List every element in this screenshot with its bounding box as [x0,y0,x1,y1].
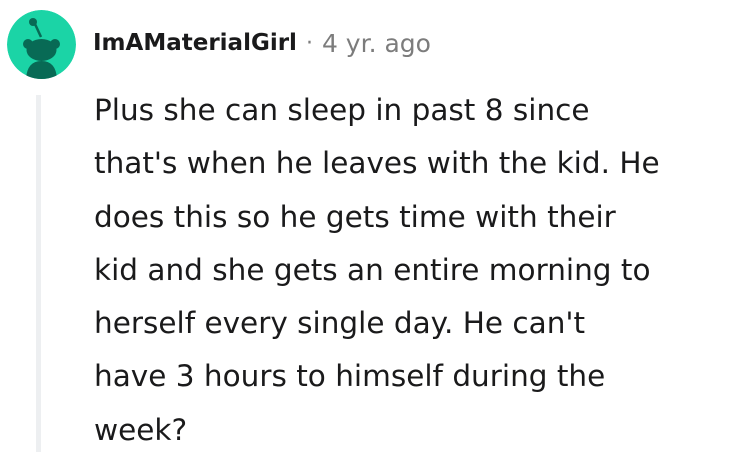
meta-separator: · [305,30,313,56]
comment-body-line: does this so he gets time with their [94,199,616,234]
comment-body: Plus she can sleep in past 8 since that'… [94,84,734,452]
comment-body-line: that's when he leaves with the kid. He [94,146,660,181]
comment-header: ImAMaterialGirl · 4 yr. ago [93,25,431,61]
comment: ImAMaterialGirl · 4 yr. ago Plus she can… [0,0,741,452]
comment-body-line: week? [94,412,188,447]
reddit-snoo-avatar-icon [7,10,76,79]
thread-collapse-line[interactable] [36,95,41,452]
comment-body-line: herself every single day. He can't [94,306,586,341]
comment-body-line: have 3 hours to himself during the [94,359,606,394]
user-avatar[interactable] [7,10,76,79]
comment-body-line: Plus she can sleep in past 8 since [94,93,590,127]
comment-body-line: kid and she gets an entire morning to [94,252,651,287]
comment-timestamp[interactable]: 4 yr. ago [322,29,431,58]
username-link[interactable]: ImAMaterialGirl [93,30,297,56]
